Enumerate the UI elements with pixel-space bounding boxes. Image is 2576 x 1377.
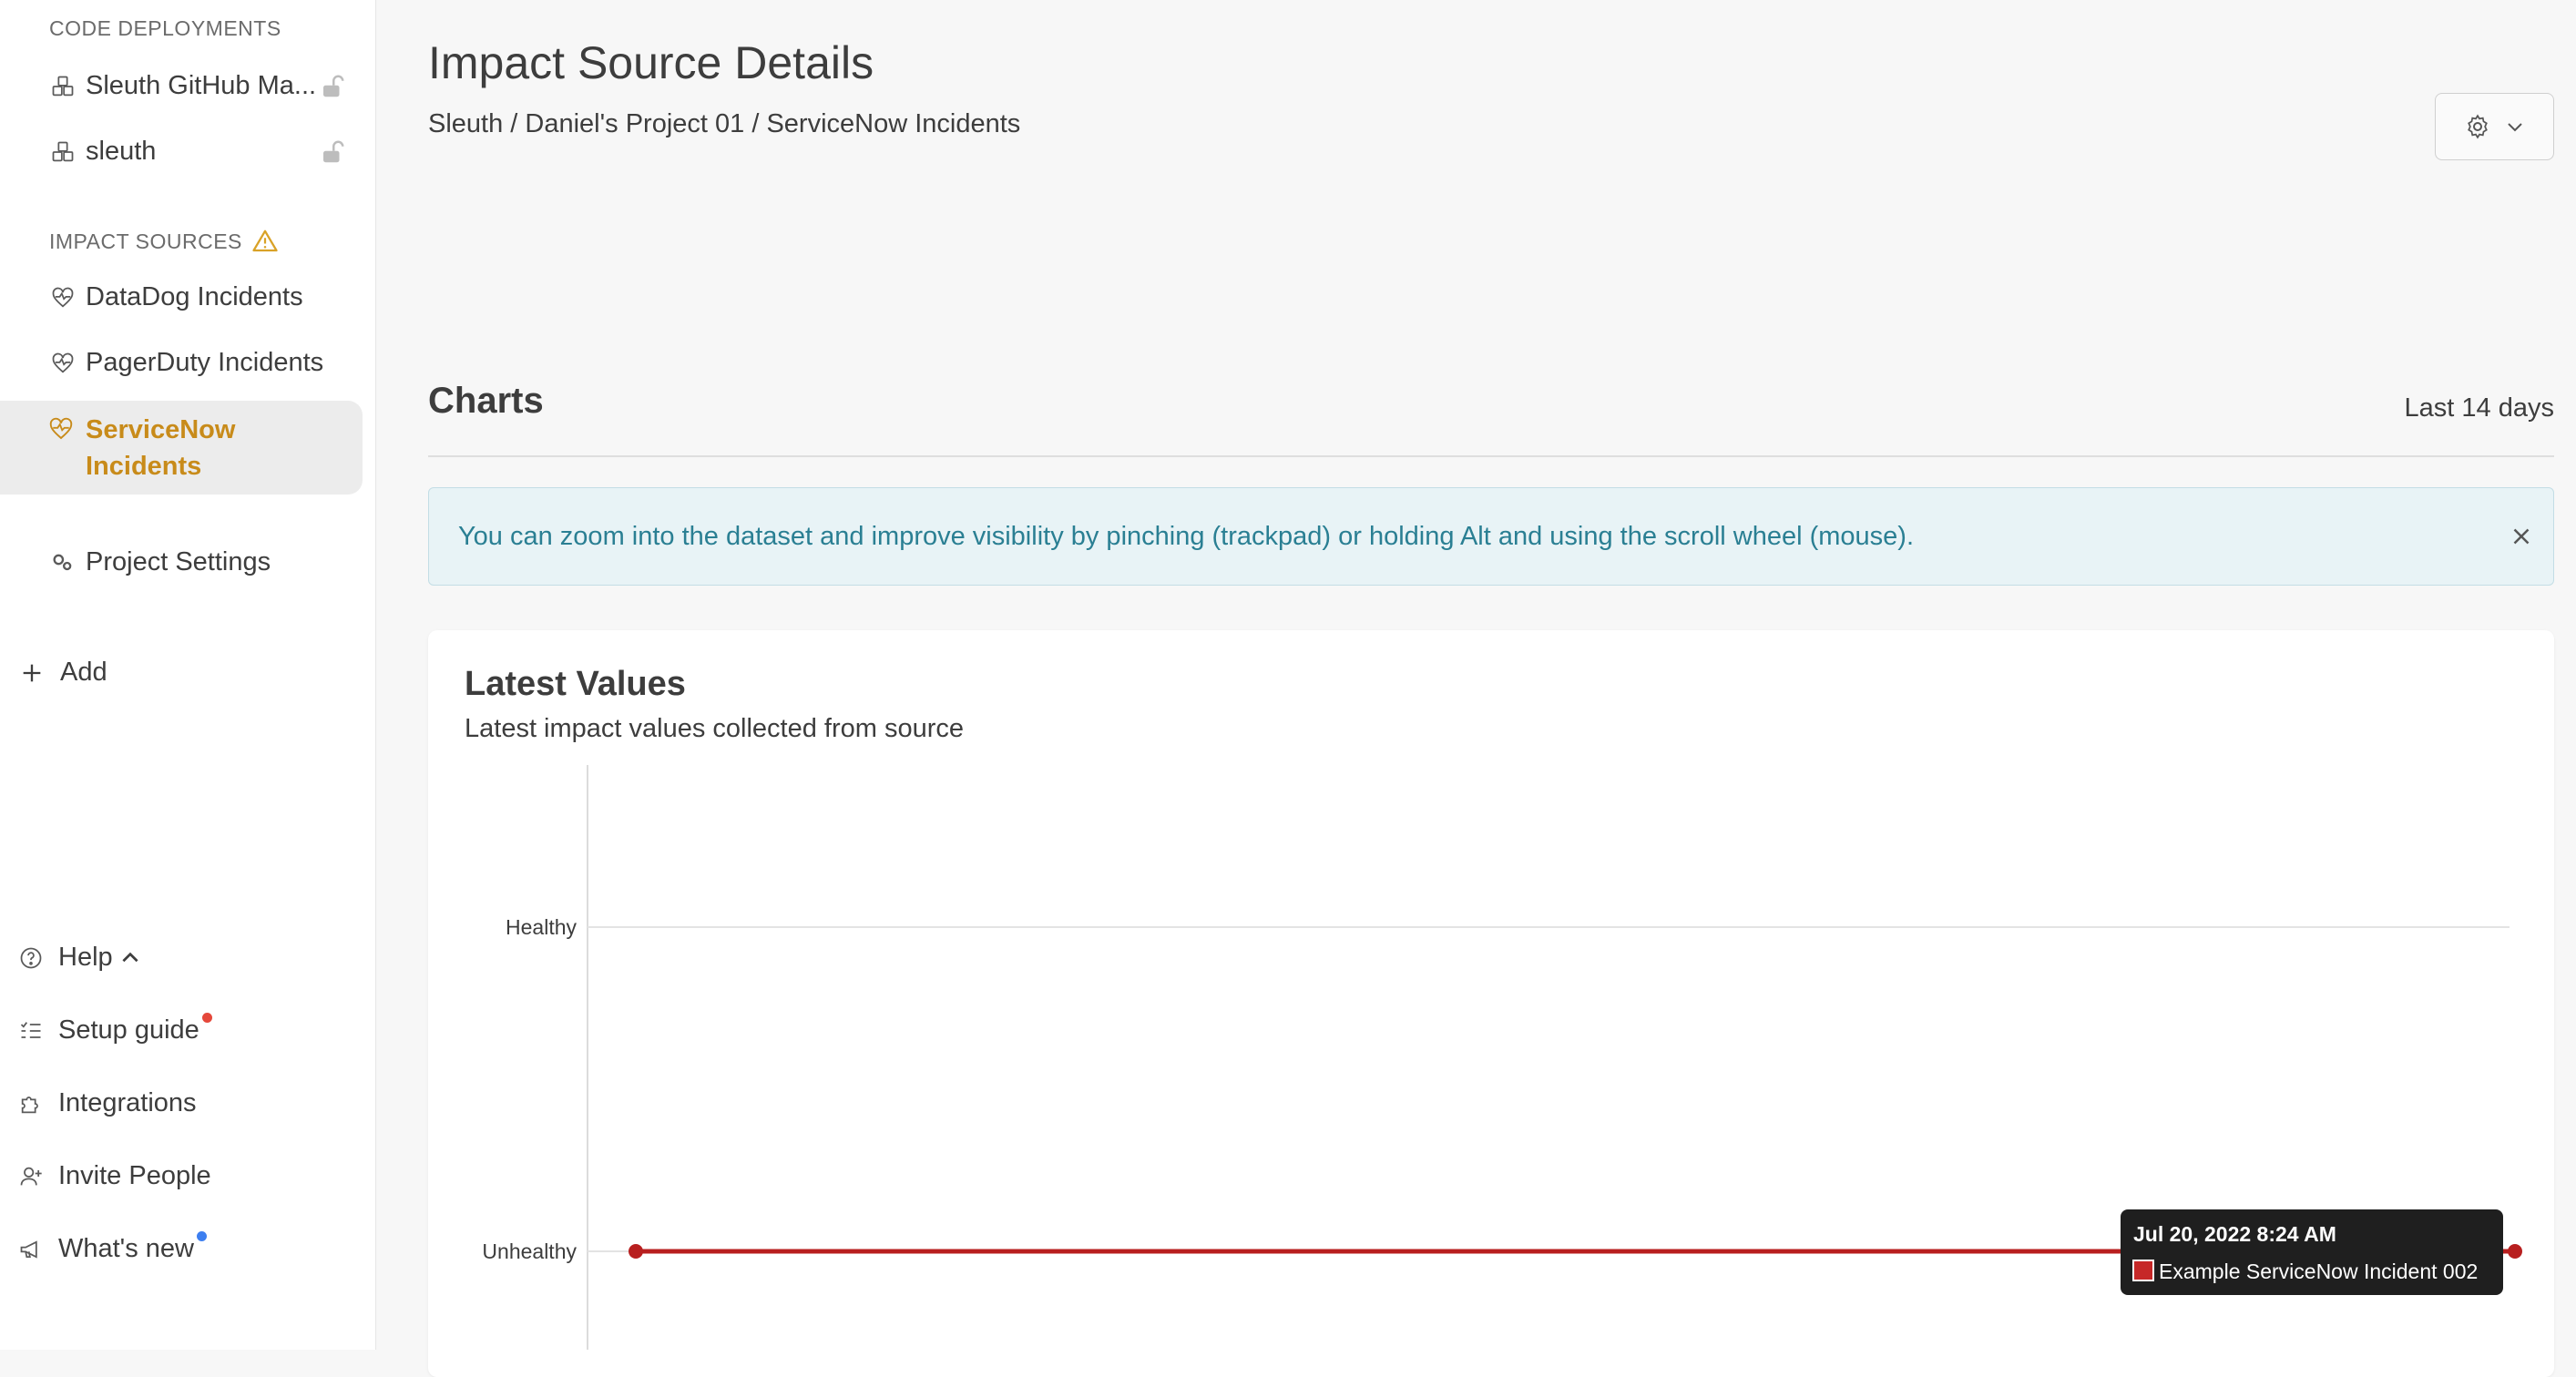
user-plus-icon — [18, 1163, 46, 1190]
gears-icon — [49, 549, 77, 576]
heart-pulse-icon — [49, 350, 77, 377]
integrations-link[interactable]: Integrations — [18, 1088, 197, 1118]
sidebar-item-pagerduty[interactable]: PagerDuty Incidents — [49, 348, 323, 378]
heart-pulse-icon — [49, 284, 77, 311]
y-tick-label: Unhealthy — [482, 1239, 577, 1263]
data-point[interactable] — [2508, 1244, 2522, 1259]
whats-new-label: What's new — [58, 1234, 194, 1263]
info-banner: You can zoom into the dataset and improv… — [428, 487, 2554, 586]
unlock-icon[interactable] — [319, 73, 346, 100]
date-range-label[interactable]: Last 14 days — [2405, 393, 2554, 423]
charts-heading: Charts — [428, 381, 544, 421]
close-icon[interactable] — [2508, 523, 2535, 550]
setup-guide-label: Setup guide — [58, 1015, 199, 1045]
chevron-down-icon — [2507, 123, 2522, 132]
whats-new-link[interactable]: What's new — [18, 1231, 207, 1264]
gear-icon — [2467, 114, 2488, 139]
checklist-icon — [18, 1017, 46, 1045]
sidebar-item-sleuth[interactable]: sleuth — [49, 137, 156, 167]
add-button[interactable]: Add — [18, 658, 107, 688]
y-tick-label: Healthy — [506, 915, 577, 939]
sidebar-item-label: Project Settings — [86, 547, 271, 576]
chart-tooltip: Jul 20, 2022 8:24 AM Example ServiceNow … — [2121, 1209, 2503, 1295]
plus-icon — [18, 659, 46, 687]
sidebar-item-label: ServiceNow Incidents — [86, 415, 236, 481]
chevron-up-icon — [122, 952, 138, 962]
notification-dot — [201, 1013, 212, 1023]
sidebar-item-label: sleuth — [86, 137, 157, 166]
warning-icon — [252, 230, 278, 252]
tooltip-title: Jul 20, 2022 8:24 AM — [2133, 1222, 2336, 1246]
notification-dot — [196, 1231, 207, 1241]
add-label: Add — [60, 658, 107, 687]
help-menu[interactable]: Help — [18, 943, 142, 973]
help-label: Help — [58, 943, 113, 972]
unlock-icon[interactable] — [319, 138, 346, 166]
question-circle-icon — [18, 944, 46, 972]
tooltip-swatch — [2132, 1260, 2154, 1281]
sidebar-item-project-settings[interactable]: Project Settings — [49, 547, 271, 577]
sidebar-item-label: Sleuth GitHub Ma... — [86, 71, 317, 100]
latest-values-chart[interactable]: Unhealthy Healthy Jul 20, 2022 8:24 AM Ex… — [428, 630, 2554, 1350]
cubes-icon — [49, 73, 77, 100]
main-content: Impact Source Details Sleuth / Daniel's … — [376, 0, 2576, 1377]
sidebar-item-sleuth-github[interactable]: Sleuth GitHub Ma... — [49, 71, 316, 101]
sidebar-item-label: DataDog Incidents — [86, 282, 303, 311]
heart-pulse-icon — [49, 417, 73, 440]
sidebar-item-label: PagerDuty Incidents — [86, 348, 324, 377]
cubes-icon — [49, 138, 77, 166]
page-title: Impact Source Details — [428, 37, 874, 88]
breadcrumb[interactable]: Sleuth / Daniel's Project 01 / ServiceNo… — [428, 109, 1020, 139]
megaphone-icon — [18, 1236, 46, 1263]
puzzle-icon — [18, 1090, 46, 1117]
sidebar-item-datadog[interactable]: DataDog Incidents — [49, 282, 303, 312]
info-banner-text: You can zoom into the dataset and improv… — [458, 521, 1915, 551]
settings-dropdown-button[interactable] — [2435, 93, 2554, 160]
divider — [428, 455, 2554, 457]
integrations-label: Integrations — [58, 1088, 197, 1117]
invite-people-label: Invite People — [58, 1161, 211, 1190]
data-point[interactable] — [629, 1244, 643, 1259]
section-label-impact-sources: IMPACT SOURCES — [49, 228, 279, 255]
invite-people-link[interactable]: Invite People — [18, 1161, 211, 1191]
sidebar: CODE DEPLOYMENTS Sleuth GitHub Ma... sle… — [0, 0, 376, 1350]
tooltip-item: Example ServiceNow Incident 002 — [2159, 1260, 2478, 1283]
latest-values-card: Latest Values Latest impact values colle… — [428, 630, 2554, 1377]
sidebar-item-servicenow[interactable]: ServiceNow Incidents — [0, 401, 363, 495]
section-label-code-deployments: CODE DEPLOYMENTS — [49, 16, 281, 40]
setup-guide-link[interactable]: Setup guide — [18, 1013, 212, 1046]
